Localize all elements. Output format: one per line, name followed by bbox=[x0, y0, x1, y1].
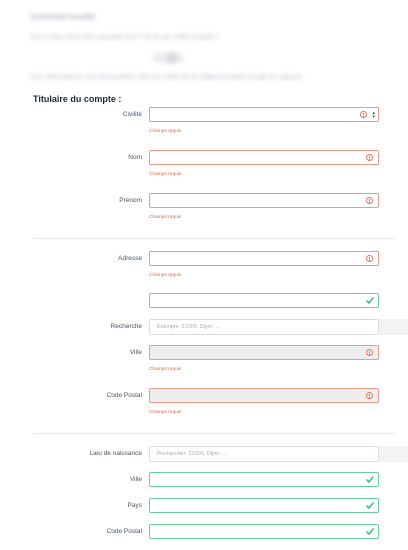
pays-input[interactable] bbox=[149, 498, 379, 513]
adresse-error: Champs requis bbox=[149, 273, 182, 278]
adresse-label: Adresse bbox=[118, 255, 142, 262]
blurred-title: Conformité fiscalité bbox=[30, 14, 96, 21]
code-postal-error: Champs requis bbox=[149, 410, 182, 415]
ville-naissance-input[interactable] bbox=[149, 472, 379, 487]
nom-error: Champs requis bbox=[149, 172, 182, 177]
code-postal-naissance-label: Code Postal bbox=[106, 528, 142, 535]
ville-error: Champs requis bbox=[149, 367, 182, 372]
lieu-naissance-input[interactable]: Rechercher: 21000, Dijon, ... bbox=[149, 446, 379, 462]
divider bbox=[33, 433, 395, 434]
prenom-label: Prénom bbox=[119, 197, 142, 204]
nom-input[interactable] bbox=[149, 150, 379, 165]
pays-label: Pays bbox=[127, 502, 142, 509]
adresse-complement-input[interactable] bbox=[149, 293, 379, 308]
blurred-header: Conformité fiscalité Est-ce que vous ête… bbox=[0, 0, 408, 90]
check-icon bbox=[366, 527, 374, 536]
lieu-naissance-label: Lieu de naissance bbox=[89, 450, 142, 457]
check-icon bbox=[366, 475, 374, 484]
ville-naissance-label: Ville bbox=[129, 476, 142, 483]
lieu-naissance-side-panel bbox=[379, 446, 408, 462]
code-postal-input[interactable] bbox=[149, 388, 379, 403]
section-title: Titulaire du compte : bbox=[33, 94, 122, 104]
recherche-input[interactable]: Exemple: 21000, Dijon, ... bbox=[149, 319, 379, 335]
ville-input[interactable] bbox=[149, 345, 379, 360]
blurred-question: Est-ce que vous êtes assujetti à la TVA … bbox=[30, 34, 220, 41]
recherche-label: Recherche bbox=[110, 323, 142, 330]
select-arrows-icon: ▴ ▾ bbox=[372, 110, 375, 120]
code-postal-label: Code Postal bbox=[106, 392, 142, 399]
civilite-label: Civilité bbox=[122, 111, 142, 118]
error-icon bbox=[366, 349, 373, 356]
code-postal-naissance-input[interactable] bbox=[149, 524, 379, 539]
error-icon bbox=[366, 392, 373, 399]
prenom-input[interactable] bbox=[149, 193, 379, 208]
error-icon bbox=[360, 111, 367, 118]
check-icon bbox=[366, 501, 374, 510]
blurred-toggle bbox=[152, 52, 184, 64]
error-icon bbox=[366, 154, 373, 161]
blurred-note: Ces informations sont demandées dans le … bbox=[30, 74, 304, 81]
recherche-side-panel bbox=[379, 319, 408, 335]
civilite-error: Champs requis bbox=[149, 129, 182, 134]
check-icon bbox=[366, 296, 374, 305]
adresse-input[interactable] bbox=[149, 251, 379, 266]
civilite-select[interactable]: ▴ ▾ bbox=[149, 107, 379, 122]
lieu-naissance-placeholder: Rechercher: 21000, Dijon, ... bbox=[157, 450, 228, 457]
nom-label: Nom bbox=[128, 154, 142, 161]
error-icon bbox=[366, 197, 373, 204]
divider bbox=[33, 238, 395, 239]
error-icon bbox=[366, 255, 373, 262]
prenom-error: Champs requis bbox=[149, 215, 182, 220]
recherche-placeholder: Exemple: 21000, Dijon, ... bbox=[157, 323, 220, 330]
ville-label: Ville bbox=[129, 349, 142, 356]
